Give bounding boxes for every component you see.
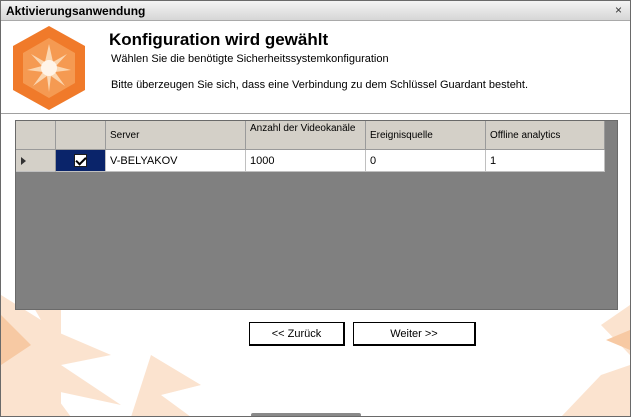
row-arrow-icon [21, 156, 26, 165]
page-title: Konfiguration wird gewählt [109, 30, 329, 49]
grid-header-row: Server Anzahl der Videokanäle Ereignisqu… [16, 121, 605, 150]
video-channels-cell[interactable]: 1000 [246, 150, 366, 172]
close-icon[interactable]: × [612, 4, 625, 17]
event-source-cell[interactable]: 0 [366, 150, 486, 172]
row-selector[interactable] [16, 150, 56, 172]
configuration-grid[interactable]: Server Anzahl der Videokanäle Ereignisqu… [15, 120, 618, 310]
activation-window: Aktivierungsanwendung × Konfiguration wi… [0, 0, 631, 417]
next-button[interactable]: Weiter >> [353, 322, 476, 346]
row-checkbox[interactable] [74, 154, 87, 167]
column-header-event-source[interactable]: Ereignisquelle [366, 121, 486, 150]
window-title: Aktivierungsanwendung [6, 4, 146, 18]
column-header-server[interactable]: Server [106, 121, 246, 150]
column-header-video-channels[interactable]: Anzahl der Videokanäle [246, 121, 366, 150]
server-cell[interactable]: V-BELYAKOV [106, 150, 246, 172]
back-button[interactable]: << Zurück [249, 322, 345, 346]
row-header-corner [16, 121, 56, 150]
guardant-note: Bitte überzeugen Sie sich, dass eine Ver… [111, 79, 529, 91]
column-header-offline-analytics[interactable]: Offline analytics [486, 121, 605, 150]
logo-icon [13, 26, 85, 110]
page-subtitle: Wählen Sie die benötigte Sicherheitssyst… [111, 53, 389, 65]
title-bar[interactable]: Aktivierungsanwendung × [1, 1, 630, 21]
select-cell[interactable] [56, 150, 106, 172]
table-row[interactable]: V-BELYAKOV 1000 0 1 [16, 150, 605, 172]
resize-grip[interactable] [251, 413, 361, 416]
offline-analytics-cell[interactable]: 1 [486, 150, 605, 172]
column-header-select[interactable] [56, 121, 106, 150]
wizard-header: Konfiguration wird gewählt Wählen Sie di… [1, 22, 630, 113]
